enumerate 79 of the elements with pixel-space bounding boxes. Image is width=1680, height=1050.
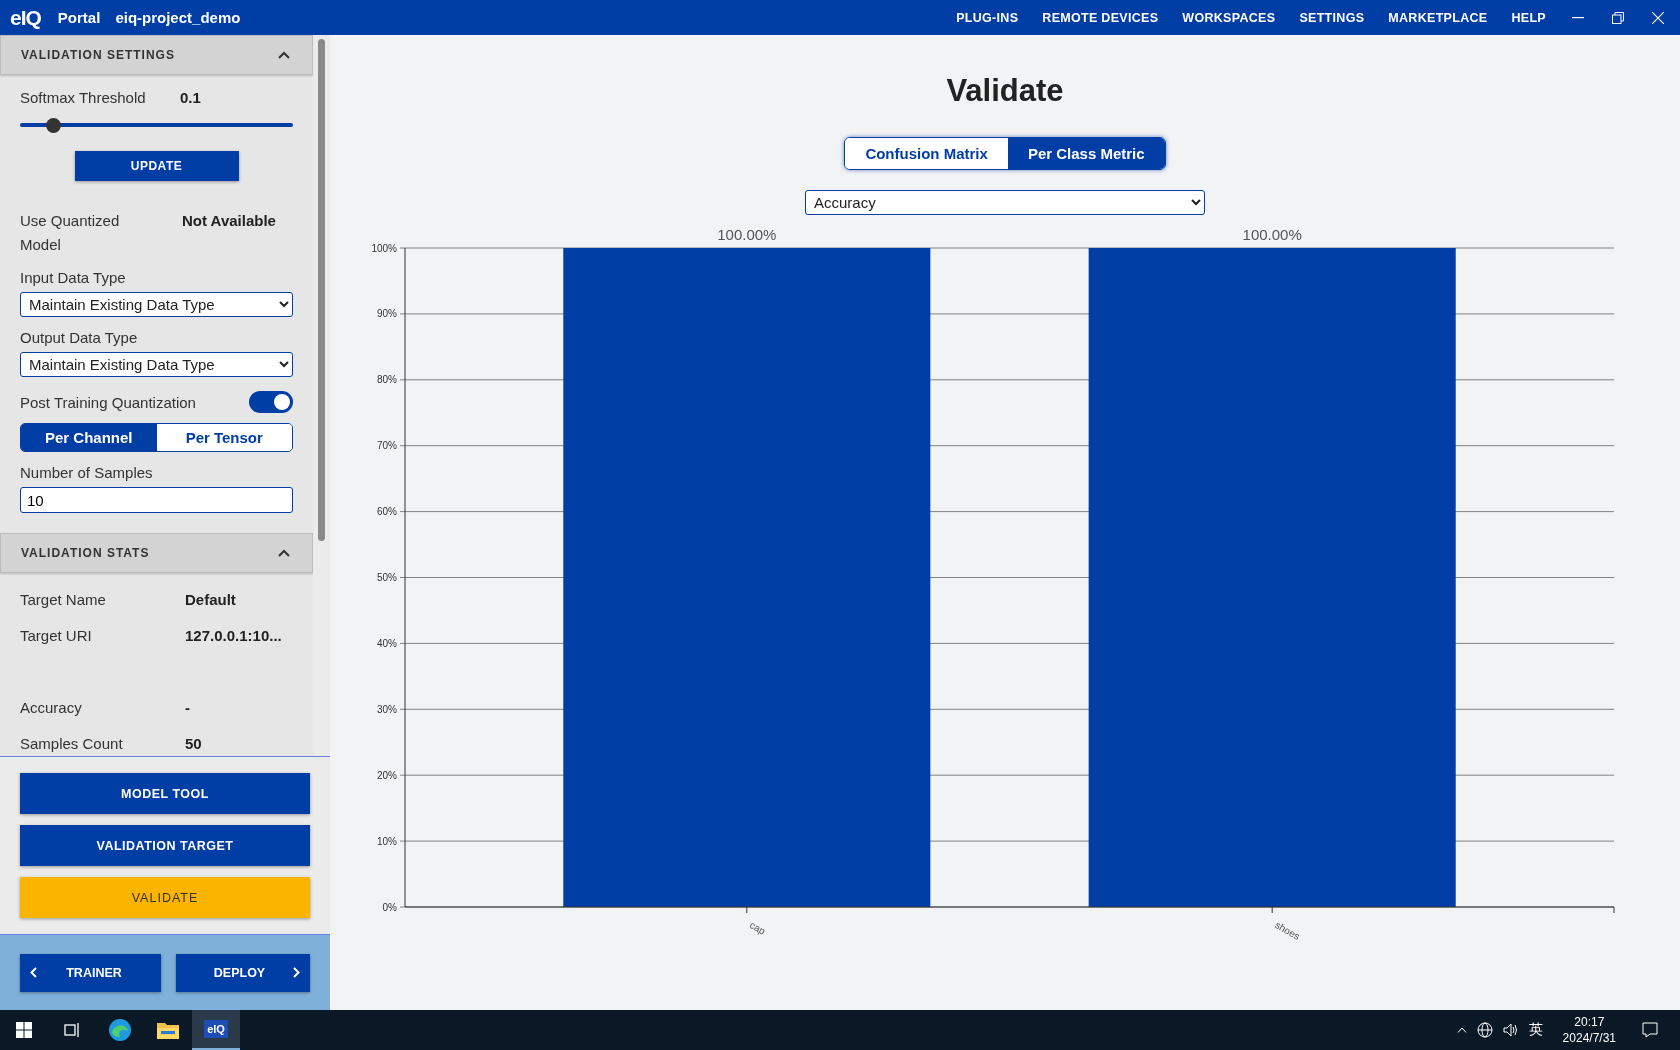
globe-icon[interactable] <box>1476 1022 1493 1038</box>
value-label: 100.00% <box>717 227 777 243</box>
view-tab[interactable]: Per Class Metric <box>1007 138 1165 169</box>
nav-link[interactable]: MARKETPLACE <box>1388 10 1488 25</box>
view-tab[interactable]: Confusion Matrix <box>845 138 1008 169</box>
input-type-select[interactable]: Maintain Existing Data Type <box>20 292 293 317</box>
speaker-icon[interactable] <box>1502 1023 1519 1037</box>
y-axis-label: 80% <box>377 374 397 386</box>
threshold-slider[interactable] <box>20 118 293 133</box>
action-button[interactable]: VALIDATE <box>20 877 310 918</box>
x-axis-label: shoes <box>1273 919 1302 943</box>
chevron-left-icon <box>30 967 37 978</box>
action-button[interactable]: MODEL TOOL <box>20 773 310 814</box>
scrollbar-thumb[interactable] <box>318 39 325 541</box>
app-name: Portal <box>57 9 101 26</box>
nav-button[interactable]: DEPLOY <box>176 953 310 992</box>
nav-link[interactable]: HELP <box>1511 10 1546 25</box>
y-axis-label: 90% <box>377 308 397 320</box>
segment-option[interactable]: Per Channel <box>21 424 157 451</box>
y-axis-label: 20% <box>377 769 397 781</box>
stat-label: Samples Count <box>20 734 124 752</box>
browser-icon[interactable] <box>108 1018 132 1042</box>
field-label: Post Training Quantization <box>20 393 196 411</box>
update-button[interactable]: UPDATE <box>74 151 239 181</box>
stat-value: Default <box>185 590 236 608</box>
y-axis-label: 30% <box>377 703 397 715</box>
collapse-icon[interactable] <box>278 549 290 557</box>
y-axis-label: 70% <box>377 440 397 452</box>
y-axis-label: 100% <box>371 242 397 254</box>
chevron-right-icon <box>293 967 300 978</box>
app-icon[interactable]: eIQ <box>204 1020 228 1038</box>
section-header[interactable]: VALIDATION STATS <box>0 533 313 573</box>
field-label: Softmax Threshold <box>20 89 147 106</box>
minimize-icon[interactable] <box>1572 16 1584 19</box>
x-axis-label: cap <box>747 919 768 937</box>
stat-value: - <box>185 698 190 716</box>
logo: eIQ <box>10 5 41 30</box>
y-axis-label: 50% <box>377 572 397 583</box>
threshold-value: 0.1 <box>180 89 201 106</box>
slider-thumb[interactable] <box>45 118 61 133</box>
input-method-indicator[interactable]: 英 <box>1528 1021 1543 1039</box>
task-view-icon[interactable] <box>63 1022 81 1038</box>
output-type-select[interactable]: Maintain Existing Data Type <box>20 352 293 377</box>
stat-label: Accuracy <box>20 698 83 716</box>
folder-icon[interactable] <box>156 1020 180 1040</box>
windows-start-icon[interactable] <box>16 1022 32 1038</box>
nav-link[interactable]: WORKSPACES <box>1182 10 1276 25</box>
y-axis-label: 10% <box>377 835 397 847</box>
field-label: Input Data Type <box>20 269 127 286</box>
y-axis-label: 40% <box>377 637 397 649</box>
metric-select[interactable]: Accuracy <box>805 190 1205 215</box>
nav-link[interactable]: PLUG-INS <box>956 10 1019 25</box>
stat-label: Target Name <box>20 590 107 608</box>
y-axis-label: 60% <box>377 506 397 518</box>
project-name: eiq-project_demo <box>115 9 241 26</box>
nav-link[interactable]: REMOTE DEVICES <box>1042 10 1159 25</box>
section-header[interactable]: VALIDATION SETTINGS <box>0 35 313 75</box>
field-label: Use Quantized Model <box>20 211 121 255</box>
stat-label: Target URI <box>20 626 93 644</box>
y-axis-label: 0% <box>382 901 397 913</box>
action-button[interactable]: VALIDATION TARGET <box>20 825 310 866</box>
restore-icon[interactable] <box>1612 11 1624 24</box>
stat-value: 50 <box>185 734 202 752</box>
nav-link[interactable]: SETTINGS <box>1299 10 1365 25</box>
caret-icon[interactable] <box>1456 1027 1467 1033</box>
field-label: Output Data Type <box>20 329 139 346</box>
close-icon[interactable] <box>1652 11 1664 24</box>
collapse-icon[interactable] <box>278 51 290 59</box>
nav-button[interactable]: TRAINER <box>20 953 161 992</box>
page-title: Validate <box>946 73 1064 109</box>
stat-value: 127.0.0.1:10... <box>185 626 282 644</box>
field-label: Number of Samples <box>20 464 154 481</box>
value-label: 100.00% <box>1242 227 1302 243</box>
field-value: Not Available <box>182 211 276 231</box>
segment-option[interactable]: Per Tensor <box>156 424 292 451</box>
toggle-switch[interactable] <box>249 391 293 413</box>
samples-input[interactable]: 10 <box>20 487 293 513</box>
clock[interactable]: 20:17 2024/7/31 <box>1562 1014 1616 1046</box>
notification-icon[interactable] <box>1642 1022 1658 1038</box>
